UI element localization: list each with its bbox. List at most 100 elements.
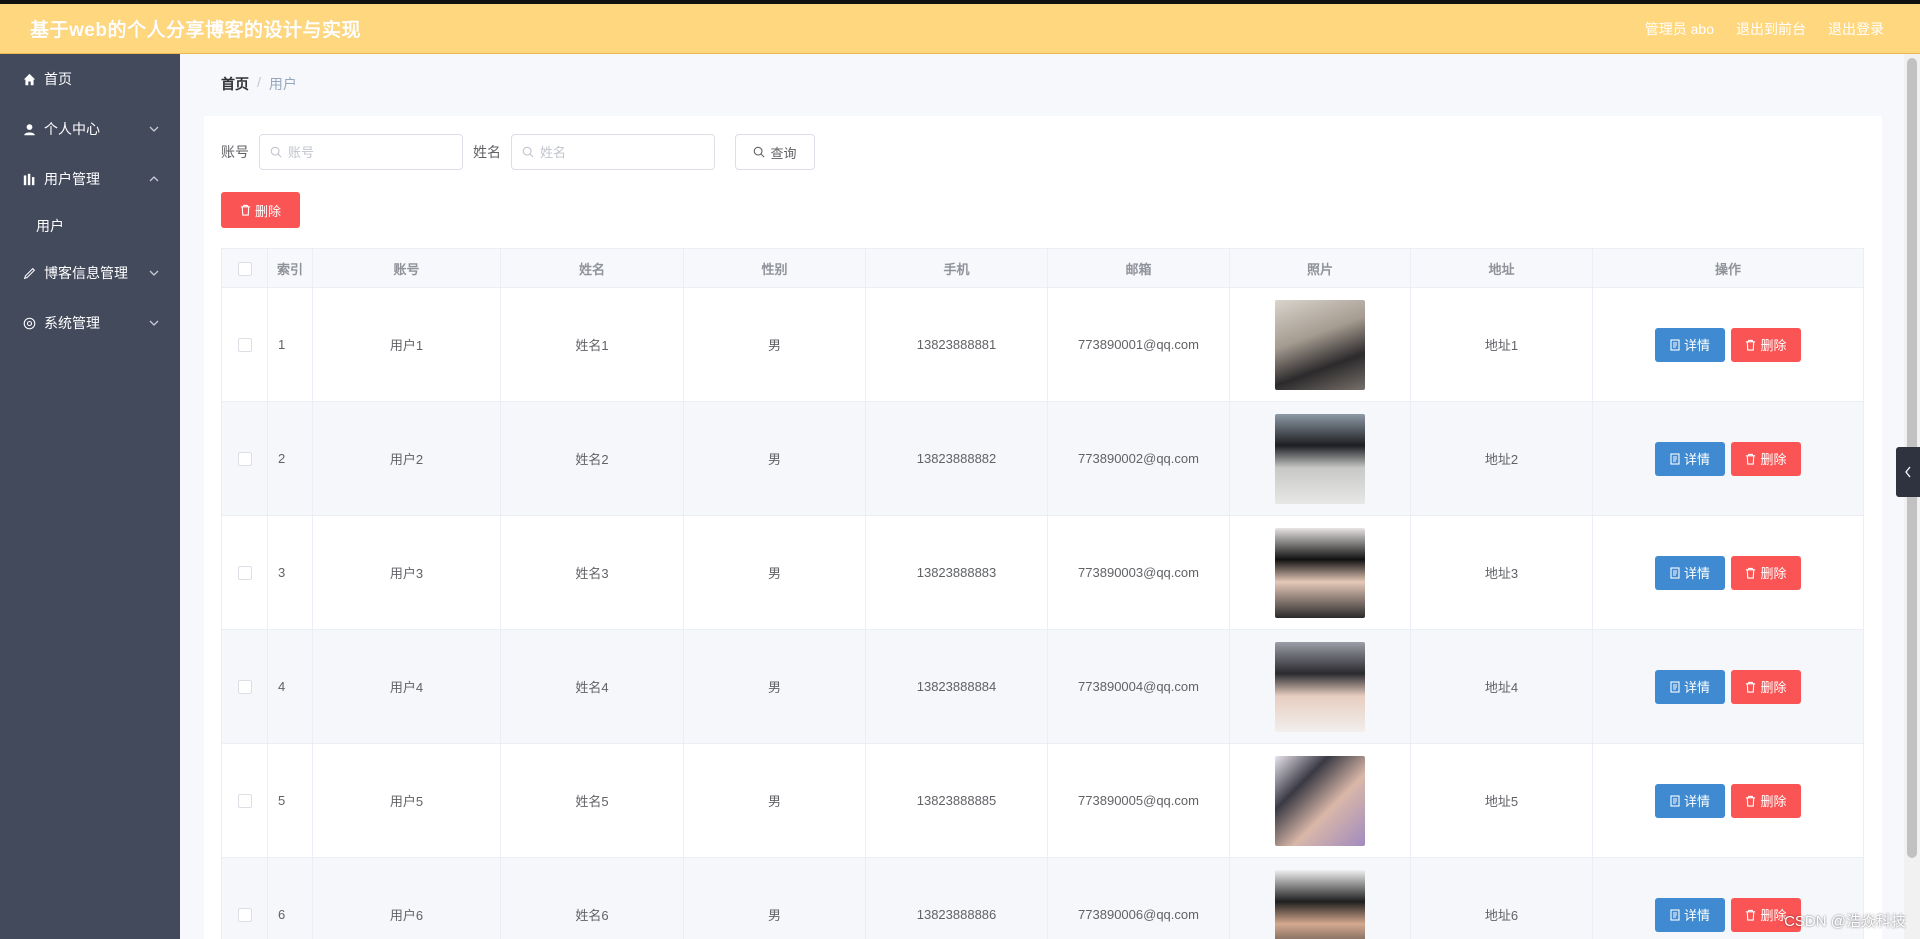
delete-button[interactable]: 删除 [1731, 555, 1801, 590]
detail-button[interactable]: 详情 [1655, 897, 1725, 932]
user-photo[interactable] [1275, 527, 1365, 618]
cell-account: 用户3 [312, 515, 501, 630]
cell-address: 地址6 [1410, 857, 1593, 939]
chevron-down-icon [149, 320, 159, 326]
cell-index: 2 [267, 401, 313, 516]
row-checkbox[interactable] [237, 794, 252, 809]
admin-user-label[interactable]: 管理员 abo [1645, 19, 1714, 39]
user-photo[interactable] [1275, 641, 1365, 732]
delete-button[interactable]: 删除 [1731, 669, 1801, 704]
header-address: 地址 [1410, 248, 1593, 288]
delete-button[interactable]: 删除 [1731, 441, 1801, 476]
top-header: 基于web的个人分享博客的设计与实现 管理员 abo 退出到前台 退出登录 [0, 0, 1920, 54]
document-icon [1670, 680, 1680, 693]
document-icon [1670, 566, 1680, 579]
delete-button-label: 删除 [1760, 566, 1787, 581]
user-photo[interactable] [1275, 869, 1365, 939]
detail-button-label: 详情 [1683, 908, 1710, 923]
select-all-checkbox[interactable] [237, 261, 252, 276]
side-panel-toggle[interactable] [1896, 447, 1920, 497]
document-icon [1670, 452, 1680, 465]
account-label: 账号 [221, 144, 249, 160]
cell-email: 773890004@qq.com [1047, 629, 1230, 744]
cell-email: 773890002@qq.com [1047, 401, 1230, 516]
trash-icon [1746, 567, 1756, 579]
row-checkbox[interactable] [237, 452, 252, 467]
cell-photo [1229, 401, 1411, 516]
header-phone: 手机 [865, 248, 1048, 288]
cell-index: 1 [267, 287, 313, 402]
detail-button[interactable]: 详情 [1655, 669, 1725, 704]
table-row: 5 用户5 姓名5 男 13823888885 773890005@qq.com 地址5 详情… [221, 743, 1864, 858]
account-search-input[interactable] [288, 144, 448, 160]
delete-button-label: 删除 [1760, 680, 1787, 695]
trash-icon [1746, 909, 1756, 921]
delete-button[interactable]: 删除 [1731, 327, 1801, 362]
breadcrumb-separator: / [257, 74, 261, 90]
header-index: 索引 [267, 248, 313, 288]
search-bar: 账号 姓名 查询 [221, 134, 815, 170]
table-row: 3 用户3 姓名3 男 13823888883 773890003@qq.com 地址3 详情… [221, 515, 1864, 630]
row-select-cell [221, 515, 268, 630]
detail-button[interactable]: 详情 [1655, 441, 1725, 476]
content-panel: 账号 姓名 查询 删除 [204, 116, 1882, 939]
cell-email: 773890003@qq.com [1047, 515, 1230, 630]
main-content: 首页 / 用户 账号 姓名 查询 删除 [180, 54, 1920, 939]
sidebar-item-home[interactable]: 首页 [0, 54, 180, 104]
header-account: 账号 [312, 248, 501, 288]
header-photo: 照片 [1229, 248, 1411, 288]
cell-phone: 13823888883 [865, 515, 1048, 630]
cell-phone: 13823888884 [865, 629, 1048, 744]
user-icon [22, 122, 36, 136]
chevron-down-icon [149, 126, 159, 132]
cell-actions: 详情 删除 [1592, 629, 1864, 744]
logout-link[interactable]: 退出登录 [1828, 19, 1884, 39]
row-select-cell [221, 629, 268, 744]
exit-to-front-link[interactable]: 退出到前台 [1736, 19, 1806, 39]
sidebar-subitem-user[interactable]: 用户 [0, 204, 180, 248]
detail-button[interactable]: 详情 [1655, 555, 1725, 590]
cell-actions: 详情 删除 [1592, 515, 1864, 630]
detail-button[interactable]: 详情 [1655, 327, 1725, 362]
header-gender: 性别 [683, 248, 866, 288]
breadcrumb-home[interactable]: 首页 [221, 74, 249, 94]
row-checkbox[interactable] [237, 566, 252, 581]
header-name: 姓名 [500, 248, 684, 288]
batch-delete-button[interactable]: 删除 [221, 192, 300, 228]
row-select-cell [221, 287, 268, 402]
query-button[interactable]: 查询 [735, 134, 815, 170]
cell-actions: 详情 删除 [1592, 401, 1864, 516]
detail-button-label: 详情 [1683, 452, 1710, 467]
row-select-cell [221, 401, 268, 516]
sidebar-item-blog-management[interactable]: 博客信息管理 [0, 248, 180, 298]
user-photo[interactable] [1275, 755, 1365, 846]
row-checkbox[interactable] [237, 680, 252, 695]
name-search-field [511, 134, 715, 170]
cell-gender: 男 [683, 743, 866, 858]
user-photo[interactable] [1275, 299, 1365, 390]
cell-account: 用户6 [312, 857, 501, 939]
account-search-field [259, 134, 463, 170]
cell-address: 地址3 [1410, 515, 1593, 630]
detail-button-label: 详情 [1683, 566, 1710, 581]
cell-photo [1229, 287, 1411, 402]
trash-icon [1746, 453, 1756, 465]
sidebar-item-system-management[interactable]: 系统管理 [0, 298, 180, 348]
cell-account: 用户5 [312, 743, 501, 858]
cell-index: 5 [267, 743, 313, 858]
delete-button[interactable]: 删除 [1731, 783, 1801, 818]
trash-icon [240, 204, 251, 216]
search-icon [754, 146, 766, 158]
sidebar-item-label: 系统管理 [44, 315, 100, 331]
row-checkbox[interactable] [237, 908, 252, 923]
row-checkbox[interactable] [237, 338, 252, 353]
detail-button[interactable]: 详情 [1655, 783, 1725, 818]
sidebar-item-user-management[interactable]: 用户管理 [0, 154, 180, 204]
delete-button-label: 删除 [1760, 794, 1787, 809]
chevron-down-icon [149, 270, 159, 276]
delete-button-label: 删除 [1760, 908, 1787, 923]
user-photo[interactable] [1275, 413, 1365, 504]
detail-button-label: 详情 [1683, 338, 1710, 353]
sidebar-item-personal-center[interactable]: 个人中心 [0, 104, 180, 154]
name-search-input[interactable] [540, 144, 700, 160]
